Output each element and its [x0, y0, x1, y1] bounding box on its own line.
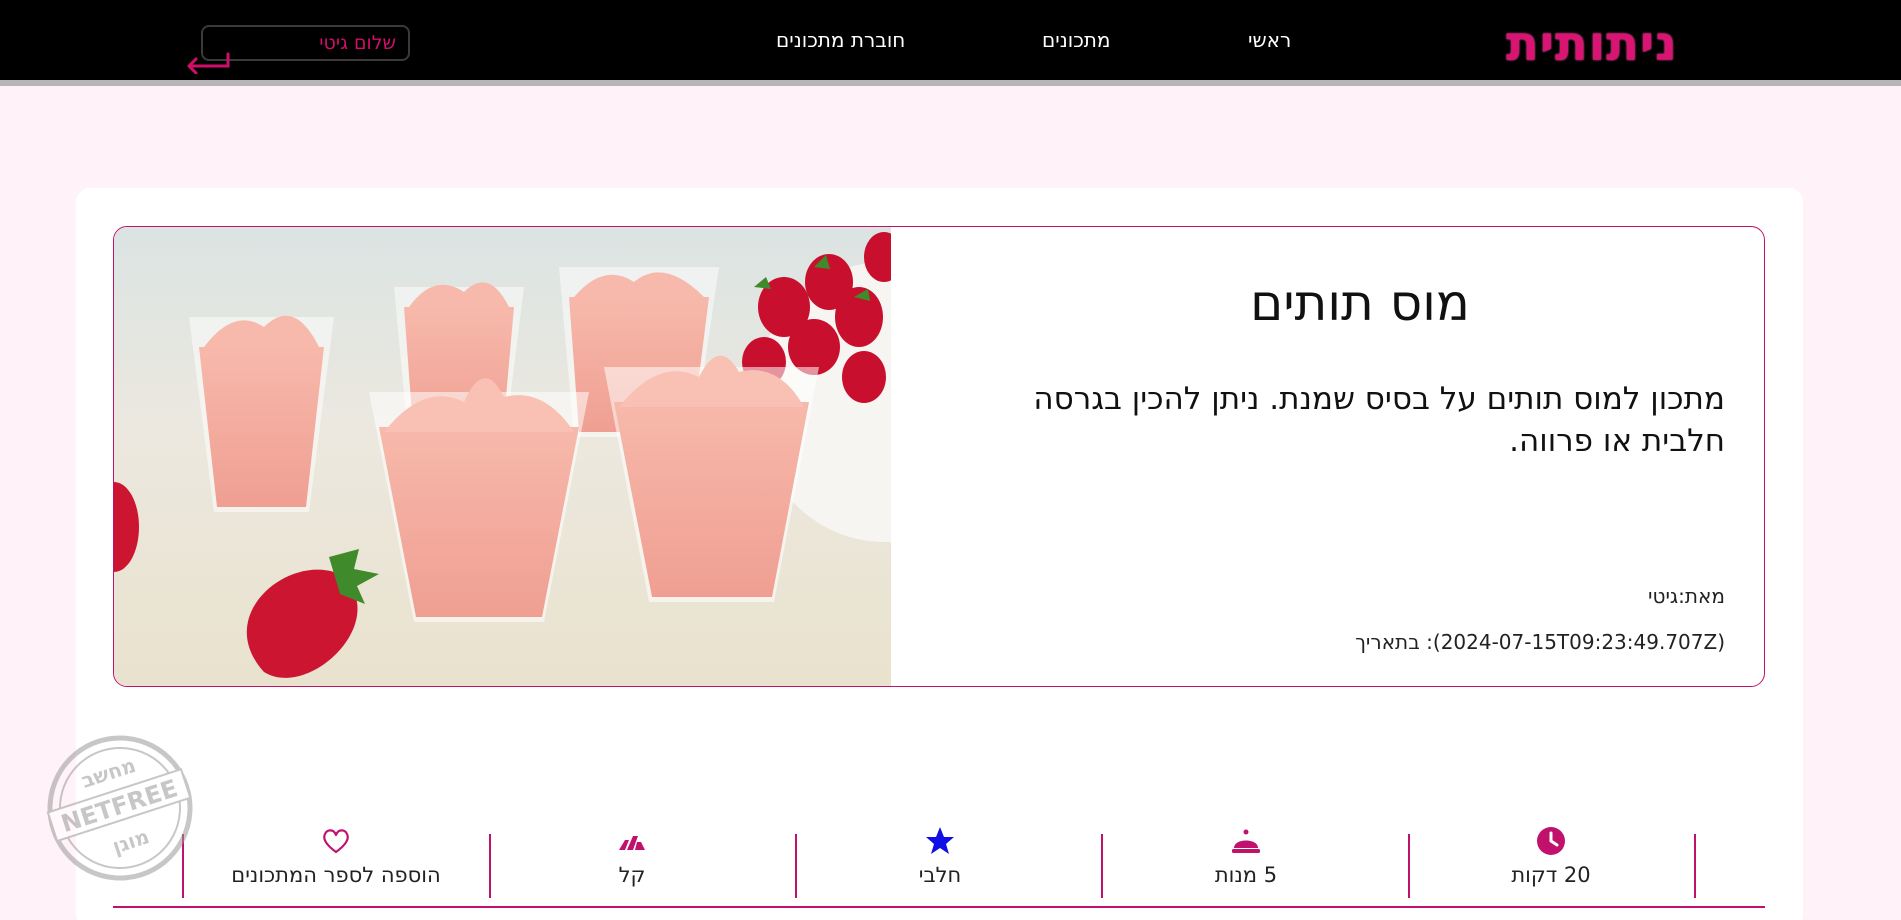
nav-link-home[interactable]: ראשי	[1248, 26, 1291, 54]
stat-label: קל	[618, 863, 646, 887]
stat-label: 20 דקות	[1511, 863, 1591, 887]
divider	[1101, 834, 1103, 898]
watermark-middle: NETFREE	[58, 774, 181, 838]
divider	[1694, 834, 1696, 898]
nav-link-recipe-book[interactable]: חוברת מתכונים	[776, 26, 905, 54]
star-icon	[926, 827, 954, 854]
top-navigation-bar: ניתותית ראשי מתכונים חוברת מתכונים שלום …	[0, 0, 1901, 86]
stat-label: 5 מנות	[1214, 863, 1278, 887]
divider	[489, 834, 491, 898]
serving-bell-icon	[1232, 829, 1260, 853]
clock-icon	[1537, 827, 1565, 855]
stats-bottom-divider	[113, 906, 1765, 908]
heart-icon[interactable]	[321, 826, 351, 856]
stat-prep-time: 20 דקות	[1475, 826, 1627, 896]
site-logo[interactable]: ניתותית	[1484, 18, 1700, 70]
add-to-recipe-book-button[interactable]: הוספה לספר המתכונים	[196, 826, 476, 896]
logout-arrow-icon[interactable]	[184, 52, 230, 74]
difficulty-bars-icon	[619, 836, 645, 850]
netfree-watermark: מחשב NETFREE מוגן	[46, 735, 193, 881]
recipe-author: מאת:גיטי	[1648, 584, 1725, 608]
recipe-date: בתאריך :(2024-07-15T09:23:49.707Z)	[1355, 630, 1725, 654]
stat-servings: 5 מנות	[1170, 826, 1322, 896]
divider	[1408, 834, 1410, 898]
watermark-bottom: מוגן	[109, 824, 152, 858]
recipe-photo	[114, 227, 891, 686]
recipe-description: מתכון למוס תותים על בסיס שמנת. ניתן להכי…	[1033, 381, 1725, 459]
stat-kosher-type: חלבי	[864, 826, 1016, 896]
nav-link-recipes[interactable]: מתכונים	[1042, 26, 1111, 54]
stat-label[interactable]: הוספה לספר המתכונים	[196, 860, 476, 890]
divider	[795, 834, 797, 898]
stat-difficulty: קל	[556, 826, 708, 896]
stat-label: חלבי	[918, 863, 962, 887]
recipe-title: מוס תותים	[1250, 274, 1470, 332]
user-greeting: שלום גיטי	[201, 25, 410, 61]
